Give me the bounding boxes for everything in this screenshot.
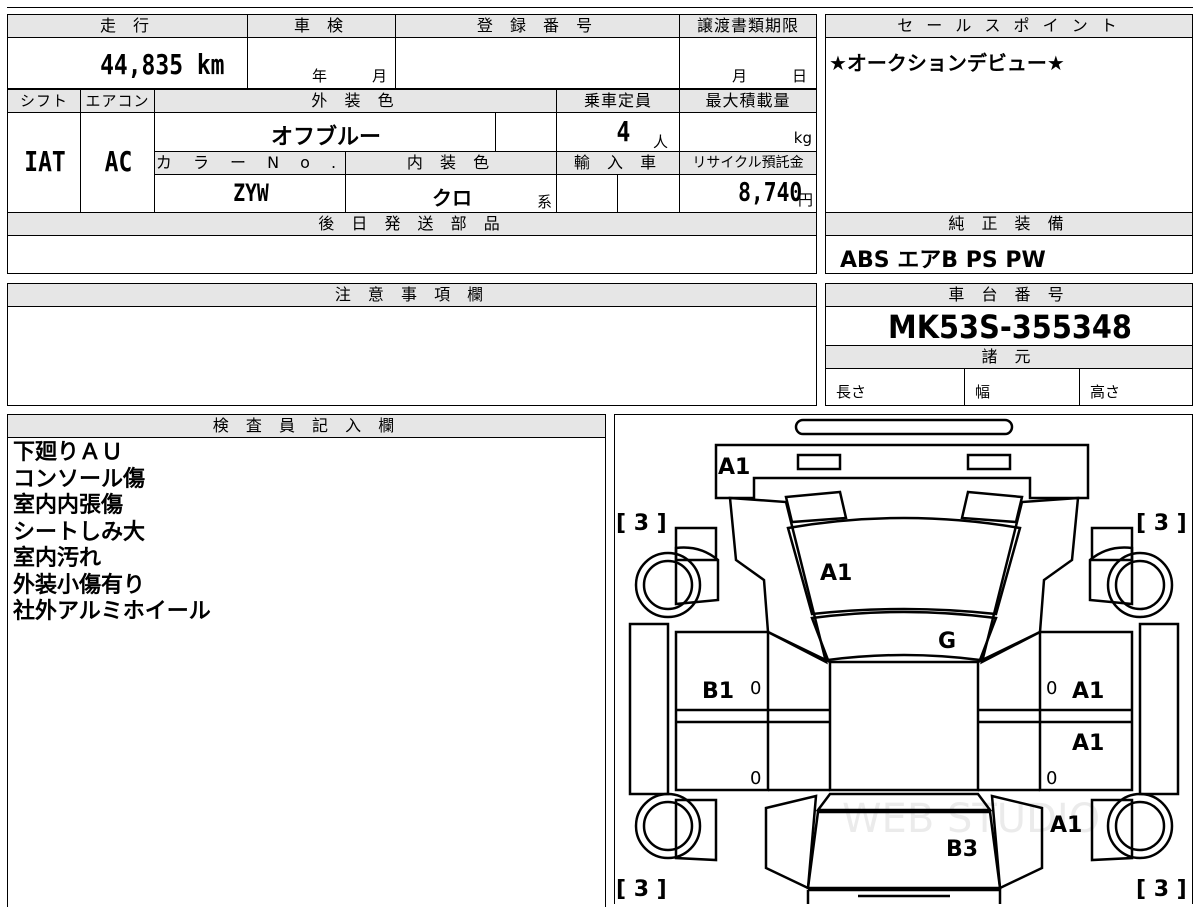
later-parts-header: 後 日 発 送 部 品 — [7, 212, 817, 236]
specs-width-cell: 幅 — [964, 368, 1080, 406]
mileage-cell: 44,835 km — [7, 37, 248, 89]
chassis-no-cell: MK53S-355348 — [825, 306, 1193, 346]
car-diagram: WEB STUDIO A1 A1 G B1 A1 A1 A1 B3 [ 3 ] … — [616, 418, 1187, 904]
max-load-cell: kg — [679, 112, 817, 152]
zero-mark: 0 — [1046, 678, 1057, 699]
sales-point-cell: ★オークションデビュー★ — [825, 37, 1193, 213]
car-diagram-panel: WEB STUDIO A1 A1 G B1 A1 A1 A1 B3 [ 3 ] … — [614, 414, 1193, 904]
tread-mark: [ 3 ] — [616, 511, 667, 536]
capacity-value: 4 — [616, 115, 631, 148]
recycle-fee-value: 8,740 — [737, 178, 802, 208]
inspector-cell: 下廻りＡＵ コンソール傷 室内内張傷 シートしみ大 室内汚れ 外装小傷有り 社外… — [7, 437, 606, 907]
exterior-color-cell: オフブルー — [154, 112, 496, 152]
transfer-month-unit: 月 — [732, 67, 748, 85]
transfer-day-unit: 日 — [792, 67, 808, 85]
inspector-note: 下廻りＡＵ — [13, 440, 124, 465]
inspection-header: 車 検 — [247, 14, 396, 38]
registration-header: 登 録 番 号 — [395, 14, 680, 38]
mileage-header: 走 行 — [7, 14, 248, 38]
specs-length-cell: 長さ — [825, 368, 965, 406]
specs-height: 高さ — [1090, 383, 1121, 401]
damage-mark: A1 — [1072, 679, 1104, 704]
genuine-equipment-header: 純 正 装 備 — [825, 212, 1193, 236]
aircon-cell: AC — [80, 112, 155, 213]
damage-mark: A1 — [718, 455, 750, 480]
top-cut-strip — [7, 0, 1193, 8]
exterior-color-value: オフブルー — [270, 125, 381, 150]
genuine-equipment-value: ABS エアB PS PW — [840, 248, 1046, 273]
damage-mark: G — [938, 629, 956, 654]
inspector-header: 検 査 員 記 入 欄 — [7, 414, 606, 438]
interior-color-suffix: 系 — [536, 193, 552, 211]
specs-header: 諸 元 — [825, 345, 1193, 369]
recycle-fee-cell: 8,740 円 — [679, 174, 817, 213]
color-no-header: カ ラ ー N o . — [154, 151, 346, 175]
damage-mark: A1 — [1072, 731, 1104, 756]
registration-cell — [395, 37, 680, 89]
interior-color-value: クロ — [432, 186, 472, 210]
tread-mark: [ 3 ] — [1136, 511, 1187, 536]
damage-mark: A1 — [1050, 813, 1082, 838]
chassis-no-value: MK53S-355348 — [888, 308, 1132, 346]
inspection-cell: 年 月 — [247, 37, 396, 89]
capacity-header: 乗車定員 — [556, 89, 680, 113]
chassis-no-header: 車 台 番 号 — [825, 283, 1193, 307]
exterior-color-extra-cell — [495, 112, 557, 152]
recycle-fee-unit: 円 — [797, 191, 813, 209]
interior-color-header: 内 装 色 — [345, 151, 557, 175]
interior-color-cell: クロ 系 — [345, 174, 557, 213]
transfer-deadline-header: 譲渡書類期限 — [679, 14, 817, 38]
inspector-note: 室内内張傷 — [13, 493, 124, 518]
recycle-fee-header: リサイクル預託金 — [679, 151, 817, 175]
specs-length: 長さ — [836, 383, 867, 401]
import-cell-a — [556, 174, 618, 213]
zero-mark: 0 — [750, 768, 761, 789]
aircon-value: AC — [104, 145, 133, 178]
caution-cell — [7, 306, 817, 406]
exterior-color-header: 外 装 色 — [154, 89, 557, 113]
zero-mark: 0 — [750, 678, 761, 699]
specs-height-cell: 高さ — [1079, 368, 1193, 406]
inspection-month-unit: 月 — [372, 67, 388, 85]
damage-mark: B3 — [946, 837, 978, 862]
inspection-year-unit: 年 — [312, 67, 328, 85]
damage-mark: B1 — [702, 679, 734, 704]
later-parts-cell — [7, 235, 817, 274]
mileage-value: 44,835 km — [100, 48, 225, 81]
capacity-unit: 人 — [653, 133, 669, 151]
import-header: 輸 入 車 — [556, 151, 680, 175]
genuine-equipment-cell: ABS エアB PS PW — [825, 235, 1193, 274]
shift-value: IAT — [24, 145, 66, 178]
inspector-note: 外装小傷有り — [13, 572, 146, 598]
sales-point-text: ★オークションデビュー★ — [829, 51, 1065, 75]
transfer-deadline-cell: 月 日 — [679, 37, 817, 89]
max-load-unit: kg — [793, 129, 812, 147]
sales-point-header: セ ー ル ス ポ イ ン ト — [825, 14, 1193, 38]
caution-header: 注 意 事 項 欄 — [7, 283, 817, 307]
color-no-cell: ZYW — [154, 174, 346, 213]
tread-mark: [ 3 ] — [616, 877, 667, 902]
inspector-note: コンソール傷 — [13, 466, 146, 492]
color-no-value: ZYW — [233, 179, 269, 207]
zero-mark: 0 — [1046, 768, 1057, 789]
import-cell-b — [617, 174, 680, 213]
specs-width: 幅 — [975, 383, 991, 401]
inspector-note: シートしみ大 — [13, 519, 146, 545]
shift-header: シフト — [7, 89, 81, 113]
damage-mark: A1 — [820, 561, 852, 586]
capacity-cell: 4 人 — [556, 112, 680, 152]
aircon-header: エアコン — [80, 89, 155, 113]
inspector-note: 社外アルミホイール — [13, 599, 211, 624]
max-load-header: 最大積載量 — [679, 89, 817, 113]
shift-cell: IAT — [7, 112, 81, 213]
tread-mark: [ 3 ] — [1136, 877, 1187, 902]
inspector-note: 室内汚れ — [13, 546, 102, 571]
